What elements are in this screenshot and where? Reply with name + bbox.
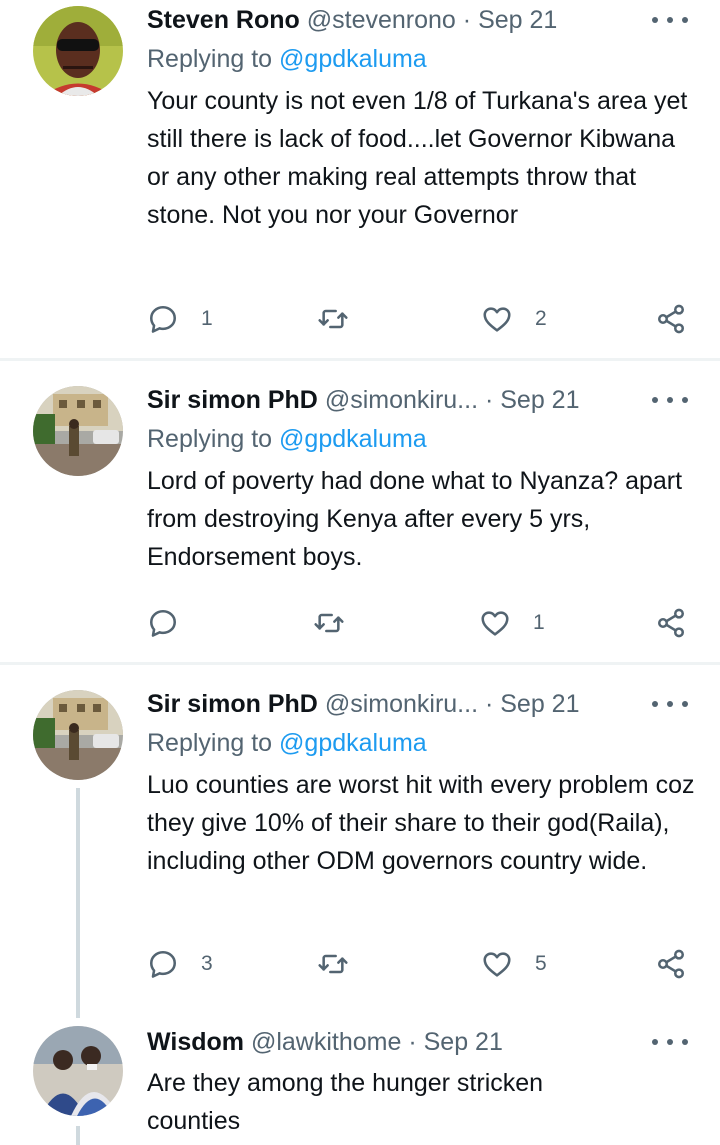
tweet-actions: 1 (147, 603, 707, 643)
separator-dot: · (484, 690, 494, 718)
timestamp[interactable]: Sep 21 (500, 386, 579, 414)
more-icon[interactable] (652, 388, 688, 412)
separator-dot: · (462, 6, 472, 34)
display-name[interactable]: Sir simon PhD (147, 386, 318, 414)
separator-dot: · (408, 1028, 417, 1056)
share-icon (655, 948, 687, 980)
tweet[interactable]: Sir simon PhD @simonkiru... · Sep 21 Rep… (0, 380, 720, 664)
display-name[interactable]: Sir simon PhD (147, 690, 318, 718)
replying-to: Replying to @gpdkaluma (147, 724, 700, 764)
divider (0, 662, 720, 665)
share-icon (655, 607, 687, 639)
timestamp[interactable]: Sep 21 (478, 6, 557, 34)
like-button[interactable]: 1 (479, 603, 545, 643)
avatar[interactable] (33, 6, 123, 96)
reply-count: 1 (201, 307, 213, 330)
reply-icon (147, 948, 179, 980)
display-name[interactable]: Wisdom (147, 1028, 244, 1056)
tweet[interactable]: Sir simon PhD @simonkiru... · Sep 21 Rep… (0, 684, 720, 1014)
avatar[interactable] (33, 386, 123, 476)
avatar[interactable] (33, 1026, 123, 1116)
replying-to: Replying to @gpdkaluma (147, 40, 700, 80)
like-button[interactable]: 2 (481, 299, 547, 339)
tweet-header: Steven Rono @stevenrono · Sep 21 (147, 0, 700, 40)
retweet-button[interactable] (317, 299, 349, 339)
retweet-button[interactable] (313, 603, 345, 643)
reply-button[interactable] (147, 603, 179, 643)
mention-link[interactable]: @gpdkaluma (279, 45, 427, 73)
share-icon (655, 303, 687, 335)
tweet[interactable]: Steven Rono @stevenrono · Sep 21 Replyin… (0, 0, 720, 360)
reply-icon (147, 607, 179, 639)
timestamp[interactable]: Sep 21 (424, 1028, 503, 1056)
tweet-actions: 3 5 (147, 944, 707, 984)
retweet-icon (317, 303, 349, 335)
tweet-text: Your county is not even 1/8 of Turkana's… (147, 87, 688, 229)
like-count: 1 (533, 611, 545, 634)
replies-feed: Steven Rono @stevenrono · Sep 21 Replyin… (0, 0, 720, 1145)
handle[interactable]: @simonkiru... (325, 690, 478, 718)
handle[interactable]: @lawkithome (251, 1028, 401, 1056)
reply-button[interactable]: 1 (147, 299, 213, 339)
retweet-button[interactable] (317, 944, 349, 984)
thread-line (76, 1126, 80, 1145)
divider (0, 358, 720, 361)
timestamp[interactable]: Sep 21 (500, 690, 579, 718)
tweet-actions: 1 2 (147, 299, 707, 339)
share-button[interactable] (655, 299, 687, 339)
share-button[interactable] (655, 603, 687, 643)
replying-to: Replying to @gpdkaluma (147, 420, 700, 460)
handle[interactable]: @simonkiru... (325, 386, 478, 414)
display-name[interactable]: Steven Rono (147, 6, 300, 34)
more-icon[interactable] (652, 692, 688, 716)
avatar[interactable] (33, 690, 123, 780)
more-icon[interactable] (652, 8, 688, 32)
retweet-icon (317, 948, 349, 980)
heart-icon (481, 948, 513, 980)
separator-dot: · (484, 386, 494, 414)
reply-count: 3 (201, 952, 213, 975)
tweet-text: Luo counties are worst hit with every pr… (147, 771, 695, 875)
replying-prefix: Replying to (147, 729, 280, 757)
tweet-text: Are they among the hunger stricken count… (147, 1069, 544, 1135)
handle[interactable]: @stevenrono (307, 6, 456, 34)
share-button[interactable] (655, 944, 687, 984)
like-count: 5 (535, 952, 547, 975)
reply-icon (147, 303, 179, 335)
heart-icon (481, 303, 513, 335)
tweet-header: Sir simon PhD @simonkiru... · Sep 21 (147, 380, 700, 420)
tweet-header: Sir simon PhD @simonkiru... · Sep 21 (147, 684, 700, 724)
mention-link[interactable]: @gpdkaluma (279, 729, 427, 757)
like-count: 2 (535, 307, 547, 330)
more-icon[interactable] (652, 1030, 688, 1054)
reply-button[interactable]: 3 (147, 944, 213, 984)
replying-prefix: Replying to (147, 425, 280, 453)
replying-prefix: Replying to (147, 45, 280, 73)
heart-icon (479, 607, 511, 639)
retweet-icon (313, 607, 345, 639)
tweet-text: Lord of poverty had done what to Nyanza?… (147, 467, 683, 571)
mention-link[interactable]: @gpdkaluma (279, 425, 427, 453)
tweet-header: Wisdom @lawkithome · Sep 21 (147, 1022, 700, 1062)
tweet[interactable]: Wisdom @lawkithome · Sep 21 Are they amo… (0, 1022, 720, 1145)
like-button[interactable]: 5 (481, 944, 547, 984)
